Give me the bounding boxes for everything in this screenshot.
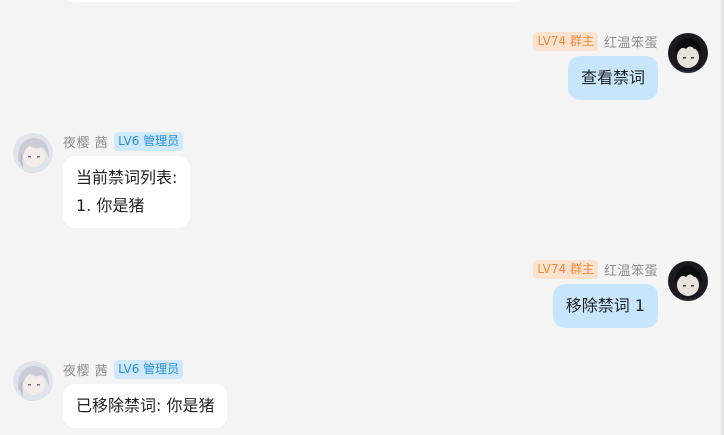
message-text-line: 1. 你是猪 (76, 196, 145, 215)
message-text: 已移除禁词: 你是猪 (76, 396, 215, 415)
chat-message-list[interactable]: LV74 群主 红温笨蛋 查看禁词 夜樱 茜 LV6 管理员 当前禁词列表: 1… (0, 0, 724, 435)
message-bubble[interactable]: 已移除禁词: 你是猪 (63, 384, 228, 428)
owner-avatar-image (668, 261, 708, 301)
admin-avatar-image (13, 133, 53, 173)
message-text: 移除禁词 1 (565, 296, 645, 315)
message-text-line: 当前禁词列表: (76, 168, 178, 187)
sender-name[interactable]: 红温笨蛋 (604, 260, 658, 279)
message-meta: 夜樱 茜 LV6 管理员 (63, 131, 184, 151)
previous-message-bubble (62, 0, 528, 2)
owner-avatar-image (668, 33, 708, 73)
message-meta: 夜樱 茜 LV6 管理员 (63, 359, 184, 379)
message-bubble[interactable]: 移除禁词 1 (552, 284, 658, 328)
sender-name[interactable]: 红温笨蛋 (604, 32, 658, 51)
message-meta: LV74 群主 红温笨蛋 (533, 31, 658, 51)
sender-name[interactable]: 夜樱 茜 (63, 132, 108, 151)
avatar[interactable] (13, 133, 53, 173)
owner-level-badge: LV74 群主 (533, 259, 598, 279)
sender-name[interactable]: 夜樱 茜 (63, 360, 108, 379)
message-bubble[interactable]: 查看禁词 (567, 56, 658, 100)
admin-level-badge: LV6 管理员 (114, 131, 184, 151)
admin-level-badge: LV6 管理员 (114, 359, 184, 379)
avatar[interactable] (13, 361, 53, 401)
admin-avatar-image (13, 361, 53, 401)
message-bubble[interactable]: 当前禁词列表: 1. 你是猪 (63, 156, 191, 228)
avatar[interactable] (668, 261, 708, 301)
owner-level-badge: LV74 群主 (533, 31, 598, 51)
message-meta: LV74 群主 红温笨蛋 (533, 259, 658, 279)
avatar[interactable] (668, 33, 708, 73)
message-text: 查看禁词 (580, 68, 645, 87)
